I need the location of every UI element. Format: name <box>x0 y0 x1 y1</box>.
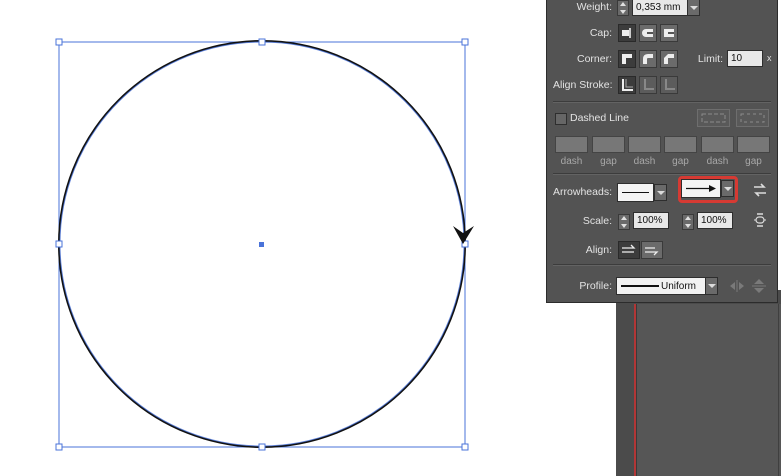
link-scale-button[interactable] <box>753 211 767 232</box>
end-scale-field[interactable]: 100% <box>697 212 733 229</box>
miter-join-icon <box>622 54 632 64</box>
dash-label: dash <box>560 156 583 167</box>
dash-field-1[interactable] <box>555 136 588 153</box>
round-join-button[interactable] <box>639 50 657 68</box>
link-icon <box>754 213 766 227</box>
weight-stepper[interactable] <box>617 0 629 16</box>
flip-across-button[interactable] <box>751 278 767 297</box>
align-stroke-outside-button[interactable] <box>660 76 678 94</box>
align-stroke-center-button[interactable] <box>618 76 636 94</box>
align-outside-icon <box>665 79 675 90</box>
dashed-line-checkbox[interactable] <box>555 113 567 125</box>
dash-label: dash <box>633 156 656 167</box>
miter-join-button[interactable] <box>618 50 636 68</box>
weight-dropdown-button[interactable] <box>687 0 700 16</box>
swap-arrowheads-button[interactable] <box>752 183 768 200</box>
start-arrowhead-dropdown[interactable] <box>654 184 667 201</box>
separator <box>553 101 771 103</box>
stroke-panel: Weight: 0,353 mm Cap: Corner: Limit: 10 … <box>546 0 778 303</box>
gap-field-1[interactable] <box>592 136 625 153</box>
profile-dropdown[interactable] <box>705 277 718 295</box>
preserve-dash-button[interactable] <box>697 109 730 127</box>
butt-cap-icon <box>622 28 631 38</box>
projecting-cap-button[interactable] <box>660 24 678 42</box>
profile-value: Uniform <box>661 281 697 292</box>
round-join-icon <box>643 54 653 64</box>
place-arrow-tip-button[interactable] <box>641 241 663 259</box>
dashed-line-label: Dashed Line <box>570 112 629 124</box>
arrow-place-icon <box>645 247 659 256</box>
gap-label: gap <box>745 156 762 167</box>
panel-dock <box>636 304 781 476</box>
projecting-cap-icon <box>664 29 674 37</box>
weight-label: Weight: <box>576 1 612 13</box>
limit-field[interactable]: 10 <box>727 50 763 67</box>
extend-arrow-tip-button[interactable] <box>618 241 640 259</box>
end-scale-stepper[interactable] <box>682 214 694 230</box>
gap-field-2[interactable] <box>664 136 697 153</box>
center-point <box>259 242 264 247</box>
swap-icon <box>754 183 766 197</box>
dash-preserve-icon <box>701 113 726 123</box>
start-arrowhead-select[interactable] <box>617 183 654 202</box>
round-cap-button[interactable] <box>639 24 657 42</box>
flip-along-button[interactable] <box>729 279 745 296</box>
separator <box>553 173 771 175</box>
align-label: Align: <box>585 244 612 256</box>
profile-select[interactable]: Uniform <box>616 277 706 295</box>
start-scale-stepper[interactable] <box>618 214 630 230</box>
end-arrowhead-select[interactable] <box>681 179 721 198</box>
bevel-join-icon <box>664 54 674 64</box>
dock-edge <box>778 304 779 476</box>
limit-suffix: x <box>767 53 772 63</box>
app-background <box>616 290 781 476</box>
gap-label: gap <box>672 156 689 167</box>
uniform-profile-icon <box>621 285 659 287</box>
limit-label: Limit: <box>697 53 723 65</box>
bevel-join-button[interactable] <box>660 50 678 68</box>
end-arrowhead-dropdown[interactable] <box>721 180 734 197</box>
align-inside-icon <box>644 79 654 90</box>
flip-along-icon <box>730 280 744 292</box>
gap-label: gap <box>600 156 617 167</box>
arrowheads-label: Arrowheads: <box>553 186 612 198</box>
arrow-right-icon <box>686 185 716 192</box>
align-center-icon <box>622 79 633 91</box>
gap-field-3[interactable] <box>737 136 770 153</box>
dash-align-corners-icon <box>740 113 765 123</box>
separator <box>553 264 771 266</box>
cap-label: Cap: <box>589 27 612 39</box>
arrow-extend-icon <box>622 244 636 253</box>
profile-label: Profile: <box>579 280 612 292</box>
corner-label: Corner: <box>576 53 612 65</box>
dash-label: dash <box>706 156 729 167</box>
round-cap-icon <box>642 29 653 37</box>
dash-field-2[interactable] <box>628 136 661 153</box>
dash-field-3[interactable] <box>701 136 734 153</box>
flip-across-icon <box>752 279 766 293</box>
align-stroke-inside-button[interactable] <box>639 76 657 94</box>
start-scale-field[interactable]: 100% <box>633 212 669 229</box>
butt-cap-button[interactable] <box>618 24 636 42</box>
scale-label: Scale: <box>582 215 612 227</box>
no-arrowhead-icon <box>622 192 649 193</box>
align-stroke-label: Align Stroke: <box>553 79 613 91</box>
align-dash-corners-button[interactable] <box>736 109 769 127</box>
